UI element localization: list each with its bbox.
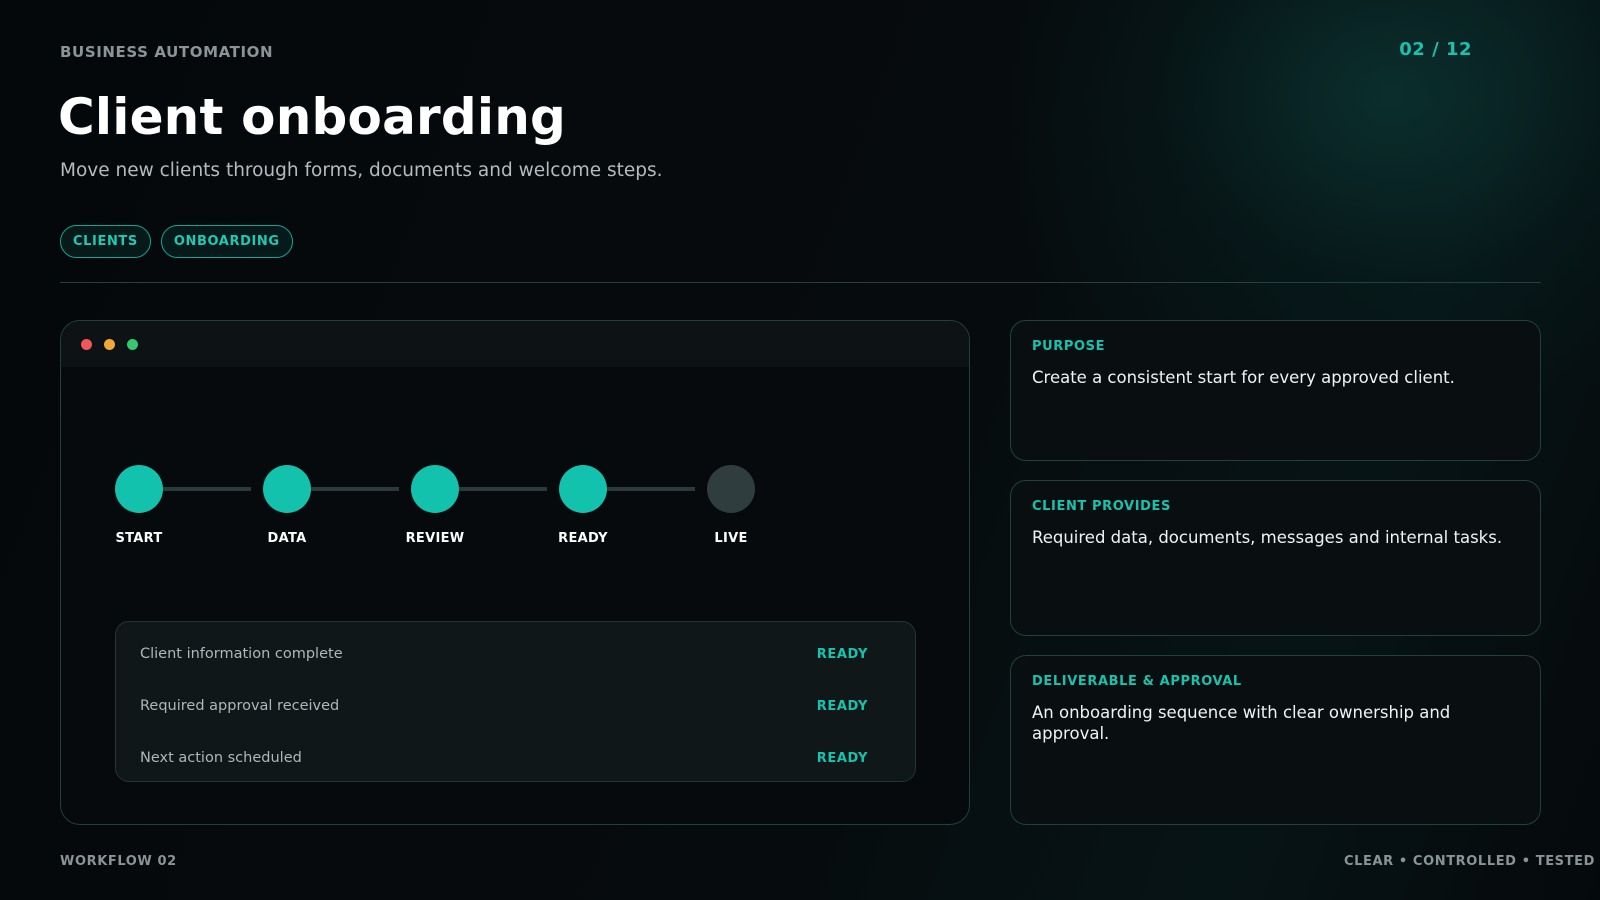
step-circle (115, 465, 163, 513)
card-label: PURPOSE (1032, 339, 1106, 354)
step-ready[interactable]: READY (558, 465, 608, 546)
step-live[interactable]: LIVE (707, 465, 755, 546)
footer-tagline: CLEAR • CONTROLLED • TESTED (1344, 854, 1595, 869)
step-data[interactable]: DATA (263, 465, 311, 546)
slide-counter: 02 / 12 (1399, 39, 1472, 60)
card-text: An onboarding sequence with clear owners… (1032, 703, 1451, 744)
window-title-bar (61, 321, 969, 367)
header-divider (60, 282, 1541, 283)
minimize-dot-icon[interactable] (104, 338, 115, 350)
step-connector (311, 487, 399, 491)
tag-onboarding[interactable]: ONBOARDING (160, 225, 293, 258)
checklist-item-label: Client information complete (140, 646, 343, 662)
card-text: Required data, documents, messages and i… (1032, 528, 1503, 547)
step-label: LIVE (714, 531, 748, 546)
step-connector (607, 487, 695, 491)
status-badge: READY (816, 647, 868, 662)
purpose-card: PURPOSE Create a consistent start for ev… (1010, 320, 1541, 461)
close-dot-icon[interactable] (81, 338, 92, 350)
step-label: REVIEW (405, 531, 465, 546)
card-label: DELIVERABLE & APPROVAL (1032, 674, 1242, 689)
tag-list: CLIENTS ONBOARDING (60, 225, 293, 258)
step-circle (559, 465, 607, 513)
status-badge: READY (816, 699, 868, 714)
step-review[interactable]: REVIEW (406, 465, 464, 546)
checklist-item-label: Next action scheduled (140, 750, 302, 766)
deliverable-approval-card: DELIVERABLE & APPROVAL An onboarding seq… (1010, 655, 1541, 825)
workflow-window: START DATA REVIEW READY LIVE Client info… (60, 320, 970, 825)
card-text: Create a consistent start for every appr… (1032, 368, 1455, 387)
step-label: DATA (267, 531, 307, 546)
step-label: READY (558, 531, 608, 546)
step-circle-pending (707, 465, 755, 513)
readiness-checklist: Client information complete READY Requir… (115, 621, 916, 782)
step-start[interactable]: START (115, 465, 163, 546)
checklist-row: Client information complete READY (116, 635, 915, 687)
checklist-item-label: Required approval received (140, 698, 340, 714)
checklist-row: Required approval received READY (116, 687, 915, 739)
slide: BUSINESS AUTOMATION 02 / 12 Client onboa… (0, 0, 1600, 900)
page-subtitle: Move new clients through forms, document… (60, 160, 663, 181)
tag-clients[interactable]: CLIENTS (60, 225, 151, 258)
footer-workflow-label: WORKFLOW 02 (60, 854, 177, 869)
step-connector (459, 487, 547, 491)
maximize-dot-icon[interactable] (127, 338, 138, 350)
step-circle (263, 465, 311, 513)
step-circle (411, 465, 459, 513)
step-label: START (115, 531, 163, 546)
card-label: CLIENT PROVIDES (1032, 499, 1171, 514)
eyebrow-label: BUSINESS AUTOMATION (60, 43, 274, 61)
client-provides-card: CLIENT PROVIDES Required data, documents… (1010, 480, 1541, 636)
step-connector (163, 487, 251, 491)
page-title: Client onboarding (58, 88, 566, 146)
status-badge: READY (816, 751, 868, 766)
checklist-row: Next action scheduled READY (116, 739, 915, 791)
progress-steps: START DATA REVIEW READY LIVE (115, 465, 755, 565)
